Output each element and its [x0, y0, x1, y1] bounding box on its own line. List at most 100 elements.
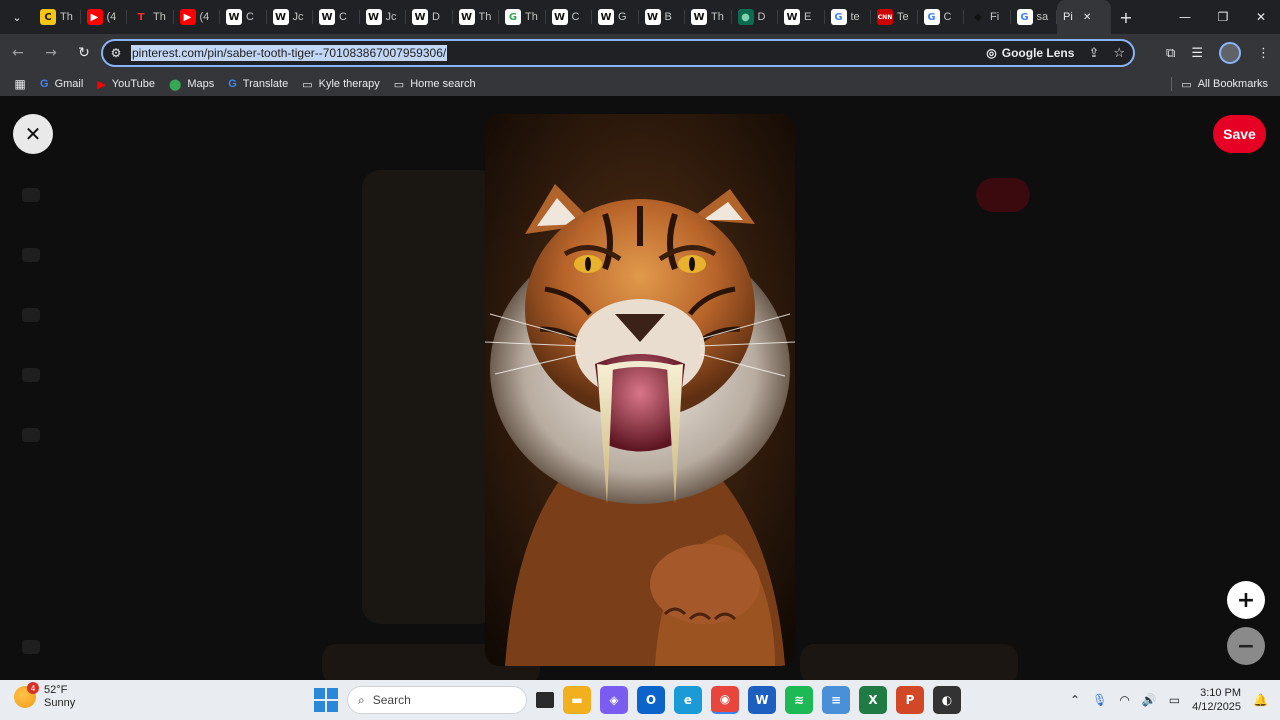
edge-icon[interactable]: e — [674, 686, 702, 714]
plus-icon: + — [1236, 587, 1256, 613]
tab-list: C Th ▶ (4 T Th ▶ (4 W C W Jc W C W Jc W D W Th G Th W C W G W B W Th ●… — [34, 0, 1057, 34]
tab-active[interactable]: Pi ✕ — [1057, 0, 1111, 34]
apps-grid-icon[interactable]: ▦ — [0, 77, 40, 91]
save-pin-button[interactable]: Save — [1213, 115, 1266, 153]
all-bookmarks-button[interactable]: ▭ All Bookmarks — [1181, 78, 1268, 91]
zoom-in-button[interactable]: + — [1227, 581, 1265, 619]
chrome-icon[interactable]: ◉ — [711, 686, 739, 714]
all-bookmarks-label: All Bookmarks — [1197, 78, 1268, 90]
tab-favicon-icon: W — [226, 9, 242, 25]
tab[interactable]: WD — [406, 0, 453, 34]
battery-icon[interactable]: ▭ — [1169, 693, 1180, 707]
menu-kebab-icon[interactable]: ⋮ — [1257, 46, 1270, 61]
pinned-apps: ▬ ◈ Oe ◉ W ≋ ≡ X P ◐ — [563, 686, 961, 714]
tab-title: Te — [897, 11, 909, 23]
tab[interactable]: WC — [313, 0, 360, 34]
tab[interactable]: WG — [592, 0, 639, 34]
tab-favicon-icon: W — [598, 9, 614, 25]
tab-title: D — [432, 11, 440, 23]
wifi-icon[interactable]: ◠ — [1119, 693, 1129, 707]
tab-favicon-icon: G — [505, 9, 521, 25]
minimize-icon[interactable]: — — [1166, 0, 1204, 34]
weather-temp: 52°F — [44, 684, 68, 696]
tab[interactable]: G Th — [499, 0, 546, 34]
reload-button[interactable]: ↻ — [69, 38, 99, 68]
site-info-icon[interactable]: ⚙ — [103, 41, 129, 65]
tab[interactable]: WE — [778, 0, 825, 34]
app-icon[interactable]: ◐ — [933, 686, 961, 714]
tab[interactable]: W Jc — [267, 0, 314, 34]
tray-chevron-icon[interactable]: ⌃ — [1070, 693, 1080, 707]
bookmark-translate[interactable]: G Translate — [228, 78, 288, 90]
task-view-icon[interactable] — [536, 692, 554, 708]
tab[interactable]: ▶ (4 — [81, 0, 128, 34]
sidebar-notifications-icon — [22, 368, 40, 382]
address-bar[interactable]: ⚙ pinterest.com/pin/saber-tooth-tiger--7… — [101, 39, 1135, 67]
notifications-icon[interactable]: 🔔 — [1253, 693, 1268, 707]
pinterest-pin-page: ✕ Save + − — [0, 96, 1280, 680]
sun-icon: 4 — [14, 682, 39, 708]
reading-list-icon[interactable]: ☰ — [1191, 46, 1203, 61]
tab[interactable]: W Jc — [360, 0, 407, 34]
volume-icon[interactable]: 🔊 — [1142, 693, 1157, 707]
zoom-out-button[interactable]: − — [1227, 627, 1265, 665]
tab[interactable]: CNN Te — [871, 0, 918, 34]
url-text[interactable]: pinterest.com/pin/saber-tooth-tiger--701… — [131, 45, 448, 61]
close-viewer-button[interactable]: ✕ — [13, 114, 53, 154]
outlook-icon[interactable]: O — [637, 686, 665, 714]
tab[interactable]: W Th — [685, 0, 732, 34]
bookmark-folder-kyle-therapy[interactable]: ▭ Kyle therapy — [302, 78, 380, 91]
bookmark-star-icon[interactable]: ☆ — [1113, 46, 1125, 61]
tab[interactable]: GC — [918, 0, 965, 34]
bookmark-gmail[interactable]: G Gmail — [40, 78, 83, 90]
taskbar-apps: ⌕ Search ▬ ◈ Oe ◉ W ≋ ≡ X P ◐ — [314, 684, 961, 716]
notepad-icon[interactable]: ≡ — [822, 686, 850, 714]
tab[interactable]: WB — [639, 0, 686, 34]
tab[interactable]: Gte — [825, 0, 872, 34]
sidebar-messages-icon — [22, 428, 40, 442]
file-explorer-icon[interactable]: ▬ — [563, 686, 591, 714]
tab-search-chevron-icon[interactable]: ⌄ — [0, 0, 34, 34]
windows-taskbar: 4 52°F Sunny ⌕ Search ▬ ◈ Oe ◉ W ≋ ≡ X P ◐ ⌃ 🎙 ◠ … — [0, 680, 1280, 720]
microphone-icon[interactable]: 🎙 — [1092, 693, 1107, 707]
tab[interactable]: T Th — [127, 0, 174, 34]
extensions-icon[interactable]: ⧉ — [1166, 46, 1175, 61]
tab-close-icon[interactable]: ✕ — [1083, 12, 1091, 23]
tab[interactable]: WC — [546, 0, 593, 34]
copilot-icon[interactable]: ◈ — [600, 686, 628, 714]
tab[interactable]: ◆ Fi — [964, 0, 1011, 34]
tab-favicon-icon: G — [923, 9, 940, 25]
new-tab-button[interactable]: + — [1111, 0, 1141, 34]
taskbar-search-placeholder: Search — [372, 693, 411, 707]
tab[interactable]: ▶ (4 — [174, 0, 221, 34]
excel-icon[interactable]: X — [859, 686, 887, 714]
tab-title: sa — [1036, 11, 1049, 23]
bookmark-youtube[interactable]: ▶ YouTube — [97, 78, 155, 91]
forward-button[interactable]: → — [36, 38, 66, 68]
tab[interactable]: ● D — [732, 0, 779, 34]
tab-title: Pi — [1063, 11, 1073, 23]
bookmark-folder-home-search[interactable]: ▭ Home search — [394, 78, 476, 91]
profile-avatar[interactable] — [1219, 42, 1241, 64]
window-close-icon[interactable]: ✕ — [1242, 0, 1280, 34]
powerpoint-icon[interactable]: P — [896, 686, 924, 714]
tab[interactable]: C Th — [34, 0, 81, 34]
word-icon[interactable]: W — [748, 686, 776, 714]
back-button[interactable]: ← — [3, 38, 33, 68]
tab-favicon-icon: ▶ — [179, 9, 196, 25]
restore-icon[interactable]: ❐ — [1204, 0, 1242, 34]
google-lens-button[interactable]: ◎ Google Lens — [986, 46, 1074, 60]
windows-start-icon[interactable] — [314, 688, 338, 712]
clock[interactable]: 3:10 PM 4/12/2025 — [1192, 686, 1241, 714]
google-lens-label: Google Lens — [1001, 46, 1075, 60]
tab[interactable]: W Th — [453, 0, 500, 34]
tab[interactable]: WC — [220, 0, 267, 34]
tab[interactable]: Gsa — [1011, 0, 1058, 34]
taskbar-search[interactable]: ⌕ Search — [347, 686, 527, 714]
tab-favicon-icon: ● — [737, 9, 754, 25]
bookmark-label: Kyle therapy — [318, 78, 380, 90]
bookmark-maps[interactable]: ⬤ Maps — [169, 78, 214, 91]
install-app-icon[interactable]: ⇪ — [1088, 46, 1099, 61]
spotify-icon[interactable]: ≋ — [785, 686, 813, 714]
weather-widget[interactable]: 4 52°F Sunny — [14, 682, 75, 710]
